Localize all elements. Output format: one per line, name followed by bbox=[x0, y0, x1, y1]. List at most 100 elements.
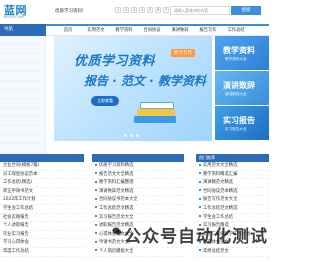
bullet-icon bbox=[199, 215, 201, 218]
bullet-icon bbox=[95, 232, 97, 235]
carousel-dots[interactable] bbox=[124, 134, 139, 137]
list-item[interactable]: 报告范文大全精选 bbox=[92, 171, 184, 180]
card-title: 演讲致辞 bbox=[223, 81, 255, 90]
logo-url: lanpian.com bbox=[3, 15, 25, 19]
search-button[interactable]: 搜索 bbox=[231, 6, 261, 15]
card-subtitle: 教学资料大全 bbox=[225, 57, 247, 61]
list-item[interactable]: 年终总结范文 bbox=[196, 248, 269, 257]
nav-item-teaching[interactable]: 教学资料 bbox=[110, 26, 138, 36]
carousel-dot[interactable] bbox=[136, 134, 139, 137]
watermark-text: 公众号自动化测试 bbox=[124, 227, 268, 247]
list-item[interactable]: 学生会工作总结 bbox=[0, 205, 84, 214]
nav-category-label[interactable]: 导航 bbox=[0, 24, 46, 36]
bullet-icon bbox=[95, 249, 97, 252]
card-title: 教学资料 bbox=[223, 46, 255, 55]
sidebar-item[interactable] bbox=[0, 117, 45, 126]
list-item[interactable]: 实习报告范文大全 bbox=[92, 214, 184, 223]
nav-item-home[interactable]: 首页 bbox=[54, 26, 82, 36]
list-header bbox=[0, 154, 84, 162]
list-item[interactable]: 转正申请书范文 bbox=[0, 188, 84, 197]
sidebar-item[interactable] bbox=[0, 108, 45, 117]
sidebar-item[interactable] bbox=[0, 45, 45, 54]
list-item[interactable]: 企业合同(模板7篇) bbox=[0, 162, 84, 171]
sidebar-item[interactable] bbox=[0, 72, 45, 81]
bullet-icon bbox=[95, 163, 97, 166]
list-item[interactable]: 2022年工作计划 bbox=[0, 196, 84, 205]
sidebar-item[interactable] bbox=[0, 63, 45, 72]
sidebar-item[interactable] bbox=[0, 81, 45, 90]
list-item[interactable]: 合同协议范本精选 bbox=[196, 188, 269, 197]
quick-link[interactable]: 4 bbox=[139, 7, 145, 13]
article-list-left: 企业合同(模板7篇) 员工保密协议范本 工作总结(精选) 转正申请书范文 202… bbox=[0, 154, 84, 262]
card-title: 实习报告 bbox=[223, 116, 255, 125]
list-item[interactable]: 工作总结(精选) bbox=[0, 179, 84, 188]
quick-link[interactable]: 1 bbox=[115, 7, 121, 13]
sidebar-item[interactable] bbox=[0, 135, 45, 144]
sidebar-item[interactable] bbox=[0, 54, 45, 63]
bullet-icon bbox=[95, 180, 97, 183]
list-item[interactable]: 教学资料精选汇编 bbox=[196, 171, 269, 180]
list-item[interactable]: 学生会工作总结 bbox=[196, 214, 269, 223]
bullet-icon bbox=[95, 215, 97, 218]
list-item[interactable]: 毕业实习报告 bbox=[0, 231, 84, 240]
quick-link[interactable]: 7 bbox=[163, 7, 169, 13]
banner-subtitle: 报告 · 范文 · 教学资料 bbox=[84, 74, 206, 88]
sidebar-item[interactable] bbox=[0, 90, 45, 99]
banner-view-button[interactable]: 立即查看 bbox=[91, 96, 119, 106]
top-bar: 蓝网 lanpian.com 优质学习资料! 1 2 3 4 5 6 7 请输入… bbox=[0, 0, 269, 24]
sidebar-item[interactable] bbox=[0, 99, 45, 108]
list-item[interactable]: 报告写作范文大全 bbox=[196, 196, 269, 205]
list-item[interactable]: 工作总结范文精选 bbox=[196, 205, 269, 214]
books-illustration bbox=[134, 98, 179, 130]
list-item[interactable]: 个人述职报告 bbox=[0, 222, 84, 231]
card-subtitle: 演讲致辞大全 bbox=[225, 92, 247, 96]
list-header: 热门推荐 bbox=[196, 154, 269, 162]
quick-link[interactable]: 5 bbox=[147, 7, 153, 13]
nav-item-practical[interactable]: 实用范文 bbox=[82, 26, 110, 36]
list-item[interactable]: 个人简历模板大全 bbox=[92, 248, 184, 257]
bullet-icon bbox=[199, 163, 201, 166]
sidebar-item[interactable] bbox=[0, 126, 45, 135]
category-sidebar bbox=[0, 36, 46, 154]
site-slogan: 优质学习资料! bbox=[55, 9, 84, 14]
banner-title: 优质学习资料 bbox=[74, 54, 156, 69]
list-item[interactable]: 教学资料汇编整理 bbox=[92, 179, 184, 188]
list-item[interactable]: 合同协议书范本大全 bbox=[92, 196, 184, 205]
list-item[interactable]: 年度工作总结 bbox=[0, 248, 84, 257]
bullet-icon bbox=[95, 189, 97, 192]
carousel-dot[interactable] bbox=[124, 134, 127, 137]
list-item[interactable]: 社会实践报告 bbox=[0, 214, 84, 223]
card-subtitle: 实习报告大全 bbox=[225, 127, 247, 131]
carousel-dot[interactable] bbox=[130, 134, 133, 137]
nav-item-contracts[interactable]: 合同协议 bbox=[138, 26, 166, 36]
feature-card-teaching[interactable]: 教学资料 教学资料大全 bbox=[215, 36, 269, 70]
feature-cards: 教学资料 教学资料大全 演讲致辞 演讲致辞大全 实习报告 实习报告大全 bbox=[215, 36, 269, 141]
feature-card-speeches[interactable]: 演讲致辞 演讲致辞大全 bbox=[215, 71, 269, 105]
nav-item-summaries[interactable]: 工作总结 bbox=[222, 26, 250, 36]
list-item[interactable]: 实用范文大全精选 bbox=[196, 162, 269, 171]
site-logo[interactable]: 蓝网 lanpian.com bbox=[0, 2, 46, 24]
nav-item-speeches[interactable]: 演讲致辞 bbox=[166, 26, 194, 36]
nav-item-reports[interactable]: 报告写作 bbox=[194, 26, 222, 36]
sidebar-item[interactable] bbox=[0, 36, 45, 45]
feature-card-internship[interactable]: 实习报告 实习报告大全 bbox=[215, 106, 269, 140]
list-item[interactable]: 工作总结范文精选 bbox=[92, 205, 184, 214]
list-item[interactable]: 演讲稿范文精选 bbox=[196, 179, 269, 188]
wechat-icon bbox=[112, 227, 122, 235]
list-item[interactable]: 员工保密协议范本 bbox=[0, 171, 84, 180]
bullet-icon bbox=[95, 206, 97, 209]
list-item[interactable]: 优质学习资料精选 bbox=[92, 162, 184, 171]
quick-links: 1 2 3 4 5 6 7 bbox=[115, 7, 169, 13]
bullet-icon bbox=[95, 223, 97, 226]
list-item[interactable]: 演讲致辞范文精选 bbox=[92, 188, 184, 197]
quick-link[interactable]: 2 bbox=[123, 7, 129, 13]
bullet-icon bbox=[199, 249, 201, 252]
bullet-icon bbox=[199, 206, 201, 209]
list-header bbox=[92, 154, 184, 162]
hero-banner[interactable]: 优质学习资料 新文写作 报告 · 范文 · 教学资料 立即查看 bbox=[54, 36, 212, 141]
quick-link[interactable]: 3 bbox=[131, 7, 137, 13]
bullet-icon bbox=[199, 172, 201, 175]
list-item[interactable]: 学习心得体会 bbox=[0, 239, 84, 248]
quick-link[interactable]: 6 bbox=[155, 7, 161, 13]
search-input[interactable]: 请输入要查询的内容 bbox=[170, 6, 230, 15]
